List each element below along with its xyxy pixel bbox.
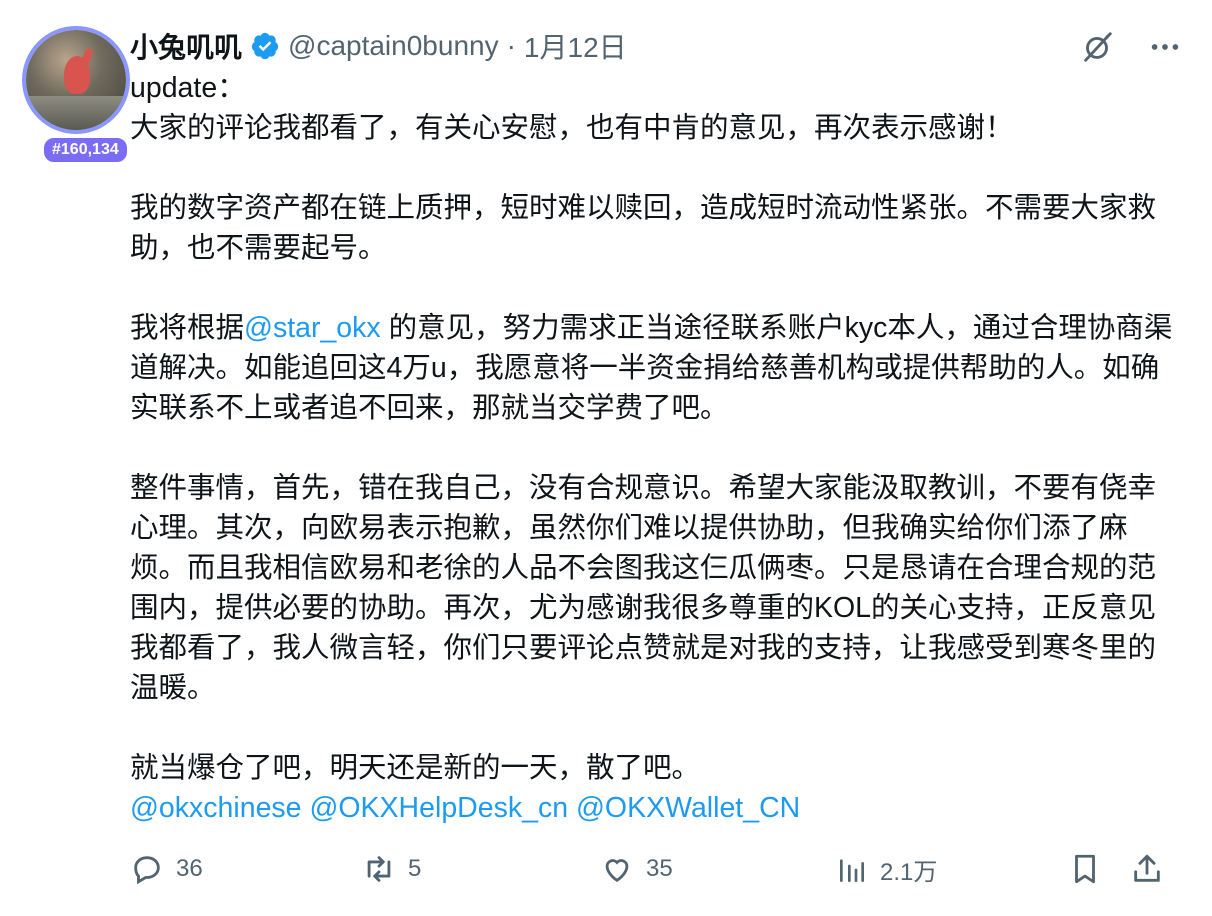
post-action-bar: 36 5 35 2.1万	[130, 852, 1170, 892]
share-icon	[1134, 854, 1160, 882]
avatar-area[interactable]: #160,134	[22, 26, 132, 164]
post-thanks-line: 大家的评论我都看了，有关心安慰，也有中肯的意见，再次表示感谢！	[130, 112, 1014, 144]
like-count: 35	[646, 855, 673, 882]
post-paragraph-4: 整件事情，首先，错在我自己，没有合规意识。希望大家能汲取教训，不要有侥幸心理。其…	[130, 472, 1157, 704]
user-handle[interactable]: @captain0bunny	[288, 30, 499, 62]
avatar[interactable]	[26, 30, 126, 130]
mention-okxhelpdesk[interactable]: @OKXHelpDesk_cn	[309, 792, 568, 824]
mention-okxchinese[interactable]: @okxchinese	[130, 792, 302, 824]
reply-icon	[134, 856, 160, 885]
post-body: update： 大家的评论我都看了，有关心安慰，也有中肯的意见，再次表示感谢！ …	[130, 68, 1180, 828]
grok-icon[interactable]	[1078, 28, 1116, 66]
mention-star-okx[interactable]: @star_okx	[244, 312, 381, 344]
view-count: 2.1万	[880, 859, 938, 886]
post-header: 小兔叽叽 @captain0bunny · 1月12日	[130, 26, 627, 66]
reply-count: 36	[176, 855, 203, 882]
post-date[interactable]: 1月12日	[524, 26, 627, 66]
share-button[interactable]	[1130, 852, 1164, 886]
bookmark-button[interactable]	[1068, 852, 1102, 886]
post-update-line: update：	[130, 72, 246, 104]
mention-okxwallet[interactable]: @OKXWallet_CN	[576, 792, 800, 824]
post-paragraph-3: 我将根据@star_okx 的意见，努力需求正当途径联系账户kyc本人，通过合理…	[130, 308, 1180, 428]
views-button[interactable]: 2.1万	[836, 852, 937, 887]
verified-badge-icon[interactable]	[250, 31, 280, 61]
separator-dot: ·	[506, 30, 516, 61]
post-top-actions	[1078, 28, 1182, 66]
post-paragraph-1: update： 大家的评论我都看了，有关心安慰，也有中肯的意见，再次表示感谢！	[130, 68, 1180, 148]
repost-icon	[367, 856, 391, 882]
post-paragraph-2: 我的数字资产都在链上质押，短时难以赎回，造成短时流动性紧张。不需要大家救助，也不…	[130, 192, 1157, 264]
reply-button[interactable]: 36	[130, 852, 203, 886]
post-closing-line: 就当爆仓了吧，明天还是新的一天，散了吧。	[130, 752, 701, 784]
para3-prefix: 我将根据	[130, 312, 245, 344]
more-options-icon[interactable]	[1148, 30, 1182, 64]
repost-button[interactable]: 5	[362, 852, 421, 886]
bookmark-icon	[1075, 854, 1095, 884]
display-name[interactable]: 小兔叽叽	[130, 26, 242, 66]
avatar-ground	[26, 96, 126, 130]
like-button[interactable]: 35	[600, 852, 673, 886]
rank-badge: #160,134	[42, 136, 129, 164]
avatar-flamingo	[64, 56, 90, 94]
heart-icon	[605, 859, 629, 883]
repost-count: 5	[408, 855, 422, 882]
post-paragraph-5: 就当爆仓了吧，明天还是新的一天，散了吧。 @okxchinese @OKXHel…	[130, 748, 1180, 828]
views-chart-icon	[840, 858, 864, 882]
